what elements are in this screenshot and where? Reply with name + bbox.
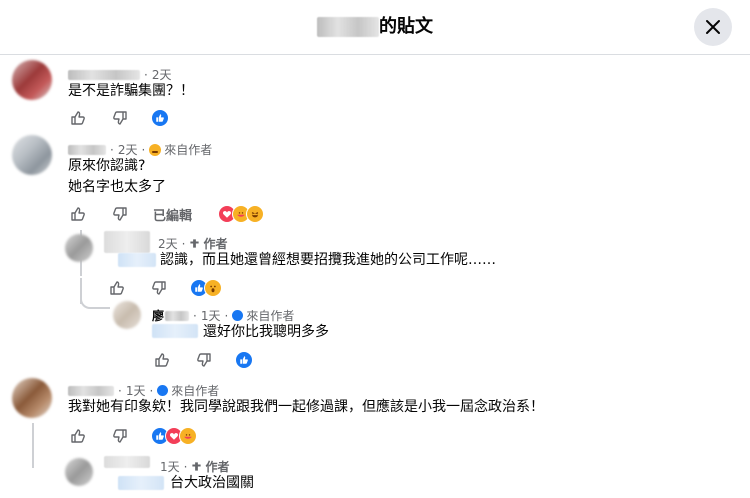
dislike-icon (113, 429, 127, 443)
care-reaction-icon (179, 427, 197, 445)
reply: 1天 · 作者 台大政治國關 (0, 452, 750, 498)
comment-text-line: 她名字也太多了 (68, 179, 166, 195)
like-reaction-icon (151, 109, 169, 127)
comment-text: 還好你比我聰明多多 (203, 324, 329, 340)
reaction-summary[interactable] (235, 351, 253, 369)
dialog-title: 的貼文 (0, 12, 750, 38)
blurred-mention[interactable] (118, 253, 156, 267)
reaction-summary[interactable] (151, 427, 197, 445)
dislike-button[interactable] (109, 107, 131, 129)
like-icon (110, 281, 124, 295)
comment-text-line: 原來你認識? (68, 158, 146, 174)
comment-text: 是不是詐騙集團？！ (68, 83, 194, 99)
dislike-icon (113, 207, 127, 221)
blurred-commenter-name[interactable] (68, 144, 106, 155)
avatar[interactable] (65, 234, 93, 262)
author-badge-icon (149, 143, 162, 156)
blurred-author-name (317, 17, 379, 37)
edited-label: 已編輯 (153, 208, 193, 224)
comment-text: 我對她有印象欸！我同學說跟我們一起修過課，但應該是小我一屆念政治系！ (68, 399, 544, 415)
blurred-commenter-name[interactable] (165, 310, 190, 321)
close-icon (706, 20, 720, 34)
comment-text: 台大政治國關 (170, 475, 254, 491)
title-suffix: 的貼文 (379, 16, 433, 37)
reply: 2天 · 作者 認識，而且她還曾經想要招攬我進她的公司工作呢…… (0, 228, 750, 303)
blurred-mention[interactable] (152, 324, 198, 338)
commenter-name[interactable]: 廖 (152, 307, 164, 324)
author-badge: 來自作者 (149, 141, 212, 158)
author-badge-label: 來自作者 (164, 143, 213, 157)
comment-actions (67, 425, 197, 447)
author-badge-icon (192, 462, 202, 471)
reaction-summary[interactable] (151, 109, 169, 127)
comment: · 2天 · 來自作者 原來你認識? 她名字也太多了 已編輯 (0, 130, 750, 230)
avatar[interactable] (65, 458, 93, 486)
blurred-commenter-name[interactable] (68, 385, 114, 396)
avatar[interactable] (12, 135, 52, 175)
blurred-reply-bubble (104, 231, 150, 253)
avatar[interactable] (12, 60, 52, 100)
author-badge-icon (232, 310, 244, 321)
author-badge-icon (157, 385, 169, 396)
dislike-button[interactable] (109, 425, 131, 447)
dislike-icon (113, 111, 127, 125)
comment-actions (151, 349, 253, 371)
dislike-button[interactable] (109, 203, 131, 225)
dislike-button[interactable] (193, 349, 215, 371)
like-icon (155, 353, 169, 367)
comment: · 2天 是不是詐騙集團？！ (0, 55, 750, 130)
like-icon (71, 111, 85, 125)
haha-reaction-icon (246, 205, 265, 223)
like-button[interactable] (67, 107, 89, 129)
like-button[interactable] (151, 349, 173, 371)
like-icon (71, 429, 85, 443)
comment-actions: 已編輯 (67, 203, 265, 225)
comment: · 1天 · 來自作者 我對她有印象欸！我同學說跟我們一起修過課，但應該是小我一… (0, 373, 750, 453)
like-icon (71, 207, 85, 221)
like-button[interactable] (67, 425, 89, 447)
close-button[interactable] (694, 8, 732, 46)
comment-thread: · 2天 是不是詐騙集團？！ · 2天 · 來自作者 原來你認識? 她名字也太多… (0, 55, 750, 498)
comment-actions (67, 107, 169, 129)
reply: 廖 · 1天 · 來自作者 還好你比我聰明多多 (0, 295, 750, 370)
avatar[interactable] (113, 301, 141, 329)
blurred-commenter-name[interactable] (68, 69, 140, 80)
like-reaction-icon (235, 351, 253, 369)
author-badge-icon (190, 239, 200, 248)
reaction-summary[interactable] (218, 205, 265, 223)
dislike-icon (197, 353, 211, 367)
comment-text: 認識，而且她還曾經想要招攬我進她的公司工作呢…… (160, 252, 496, 268)
like-button[interactable] (67, 203, 89, 225)
dialog-header: 的貼文 (0, 0, 750, 55)
avatar[interactable] (12, 378, 52, 418)
dislike-icon (152, 281, 166, 295)
blurred-mention[interactable] (118, 476, 164, 490)
blurred-reply-bubble (104, 456, 150, 468)
